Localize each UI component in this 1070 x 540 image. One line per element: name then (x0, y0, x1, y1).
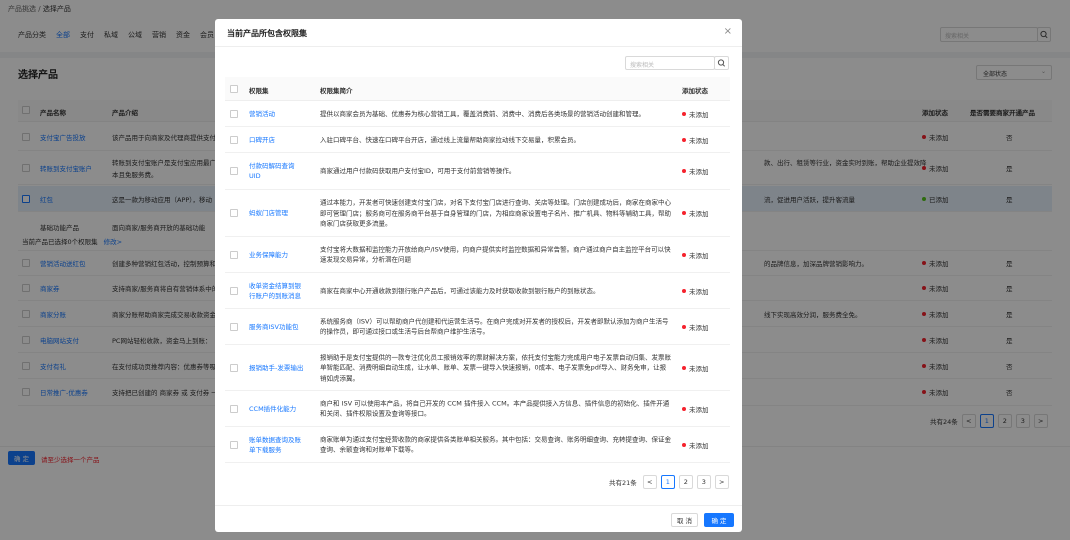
permission-intro: 入驻口碑平台、快速在口碑平台开店，通过线上流量帮助商家拉动线下交易量，积累会员。 (320, 135, 580, 144)
table-row: 账单数据查询及账单下载服务 商家账单为通过支付宝经营收款的商家提供各类账单相关服… (225, 427, 730, 463)
pagination-next[interactable]: > (714, 475, 729, 489)
status-badge: 未添加 (682, 208, 709, 218)
row-checkbox[interactable] (230, 167, 238, 175)
permission-name-link[interactable]: 蚂蚁门店管理 (249, 208, 305, 218)
status-badge: 未添加 (682, 404, 709, 414)
row-checkbox[interactable] (230, 250, 238, 259)
table-row: 业务保障能力 支付宝将大数据和监控能力开放给商户/ISV使用，向商户提供实时监控… (225, 237, 730, 273)
modal-pagination: 共有21条 < 1 2 3 > (609, 475, 729, 489)
status-badge: 未添加 (682, 250, 709, 260)
pagination-page-1[interactable]: 1 (660, 475, 675, 489)
modal-search-button[interactable] (714, 56, 729, 70)
pagination-prev[interactable]: < (642, 475, 657, 489)
status-badge: 未添加 (682, 440, 709, 450)
close-icon[interactable]: × (724, 26, 732, 37)
status-badge: 未添加 (682, 322, 709, 332)
divider (215, 46, 742, 47)
col-add-status: 添加状态 (682, 87, 708, 95)
col-permission-intro: 权限集简介 (320, 87, 353, 95)
permission-set-modal: 当前产品所包含权限集 × 搜索相关 权限集 权限集简介 添加状态 营销活动 提供… (215, 19, 742, 532)
table-row: 报销助手-发票输出 报销助手是支付宝提供的一款专注优化员工报销效率的票财解决方案… (225, 345, 730, 391)
row-checkbox[interactable] (230, 109, 238, 118)
row-checkbox[interactable] (230, 440, 238, 449)
modal-title: 当前产品所包含权限集 (227, 29, 307, 38)
pagination-total: 共有21条 (609, 479, 637, 487)
search-icon (717, 59, 726, 67)
pagination-page-3[interactable]: 3 (696, 475, 711, 489)
table-row: 收单资金结算到银行账户的到账消息 商家在商家中心开通收款到银行账户产品后，可通过… (225, 273, 730, 309)
table-row: CCM插件化能力 商户和 ISV 可以使用本产品，将自己开发的 CCM 插件接入… (225, 391, 730, 427)
status-badge: 未添加 (682, 363, 709, 373)
permission-name-link[interactable]: 口碑开店 (249, 135, 305, 145)
row-checkbox[interactable] (230, 322, 238, 331)
pagination-page-2[interactable]: 2 (678, 475, 693, 489)
permission-intro: 提供以商家会员为基础、优惠券为核心营销工具，覆盖消费前、消费中、消费后各类场景的… (320, 109, 645, 118)
permission-name-link[interactable]: 营销活动 (249, 109, 305, 119)
confirm-button[interactable]: 确 定 (704, 513, 734, 527)
status-badge: 未添加 (682, 286, 709, 296)
permission-table: 权限集 权限集简介 添加状态 营销活动 提供以商家会员为基础、优惠券为核心营销工… (225, 77, 730, 463)
table-row: 付款码解码查询UID 商家通过用户付款码获取用户支付宝ID，可用于支付前营销等操… (225, 153, 730, 190)
row-checkbox[interactable] (230, 404, 238, 413)
permission-name-link[interactable]: 服务商ISV功能包 (249, 322, 305, 332)
permission-intro: 商家通过用户付款码获取用户支付宝ID，可用于支付前营销等操作。 (320, 166, 516, 175)
row-checkbox[interactable] (230, 135, 238, 144)
col-permission-set: 权限集 (249, 87, 269, 95)
status-badge: 未添加 (682, 166, 709, 176)
table-row: 口碑开店 入驻口碑平台、快速在口碑平台开店，通过线上流量帮助商家拉动线下交易量，… (225, 127, 730, 153)
permission-intro: 通过本能力，开发者可快速创建支付宝门店，对名下支付宝门店进行查询、关店等处理。门… (320, 198, 671, 228)
row-checkbox[interactable] (230, 363, 238, 372)
cancel-button[interactable]: 取 消 (671, 513, 698, 527)
permission-table-header: 权限集 权限集简介 添加状态 (225, 77, 730, 101)
permission-intro: 商家账单为通过支付宝经营收款的商家提供各类账单相关服务。其中包括：交易查询、账务… (320, 435, 671, 454)
permission-name-link[interactable]: 报销助手-发票输出 (249, 363, 305, 373)
permission-intro: 系统服务商（ISV）可以帮助商户代创建和代运营生活号。在商户完成对开发者的授权后… (320, 317, 669, 336)
divider (215, 505, 742, 506)
row-checkbox[interactable] (230, 286, 238, 295)
select-all-checkbox[interactable] (230, 85, 238, 93)
row-checkbox[interactable] (230, 209, 238, 217)
permission-name-link[interactable]: 账单数据查询及账单下载服务 (249, 435, 305, 455)
table-row: 蚂蚁门店管理 通过本能力，开发者可快速创建支付宝门店，对名下支付宝门店进行查询、… (225, 190, 730, 237)
table-row: 营销活动 提供以商家会员为基础、优惠券为核心营销工具，覆盖消费前、消费中、消费后… (225, 101, 730, 127)
table-row: 服务商ISV功能包 系统服务商（ISV）可以帮助商户代创建和代运营生活号。在商户… (225, 309, 730, 345)
modal-search-input[interactable]: 搜索相关 (625, 56, 715, 70)
permission-intro: 支付宝将大数据和监控能力开放给商户/ISV使用，向商户提供实时监控数据和异常告警… (320, 245, 671, 264)
permission-name-link[interactable]: 收单资金结算到银行账户的到账消息 (249, 281, 305, 301)
permission-intro: 报销助手是支付宝提供的一款专注优化员工报销效率的票财解决方案，依托支付宝能力完成… (320, 352, 671, 382)
permission-name-link[interactable]: 付款码解码查询UID (249, 161, 305, 181)
permission-name-link[interactable]: 业务保障能力 (249, 250, 305, 260)
permission-intro: 商家在商家中心开通收款到银行账户产品后，可通过该能力及时获取收款到银行账户的到账… (320, 286, 600, 295)
status-badge: 未添加 (682, 135, 709, 145)
status-badge: 未添加 (682, 109, 709, 119)
permission-name-link[interactable]: CCM插件化能力 (249, 404, 305, 414)
permission-intro: 商户和 ISV 可以使用本产品，将自己开发的 CCM 插件接入 CCM。本产品提… (320, 399, 670, 418)
